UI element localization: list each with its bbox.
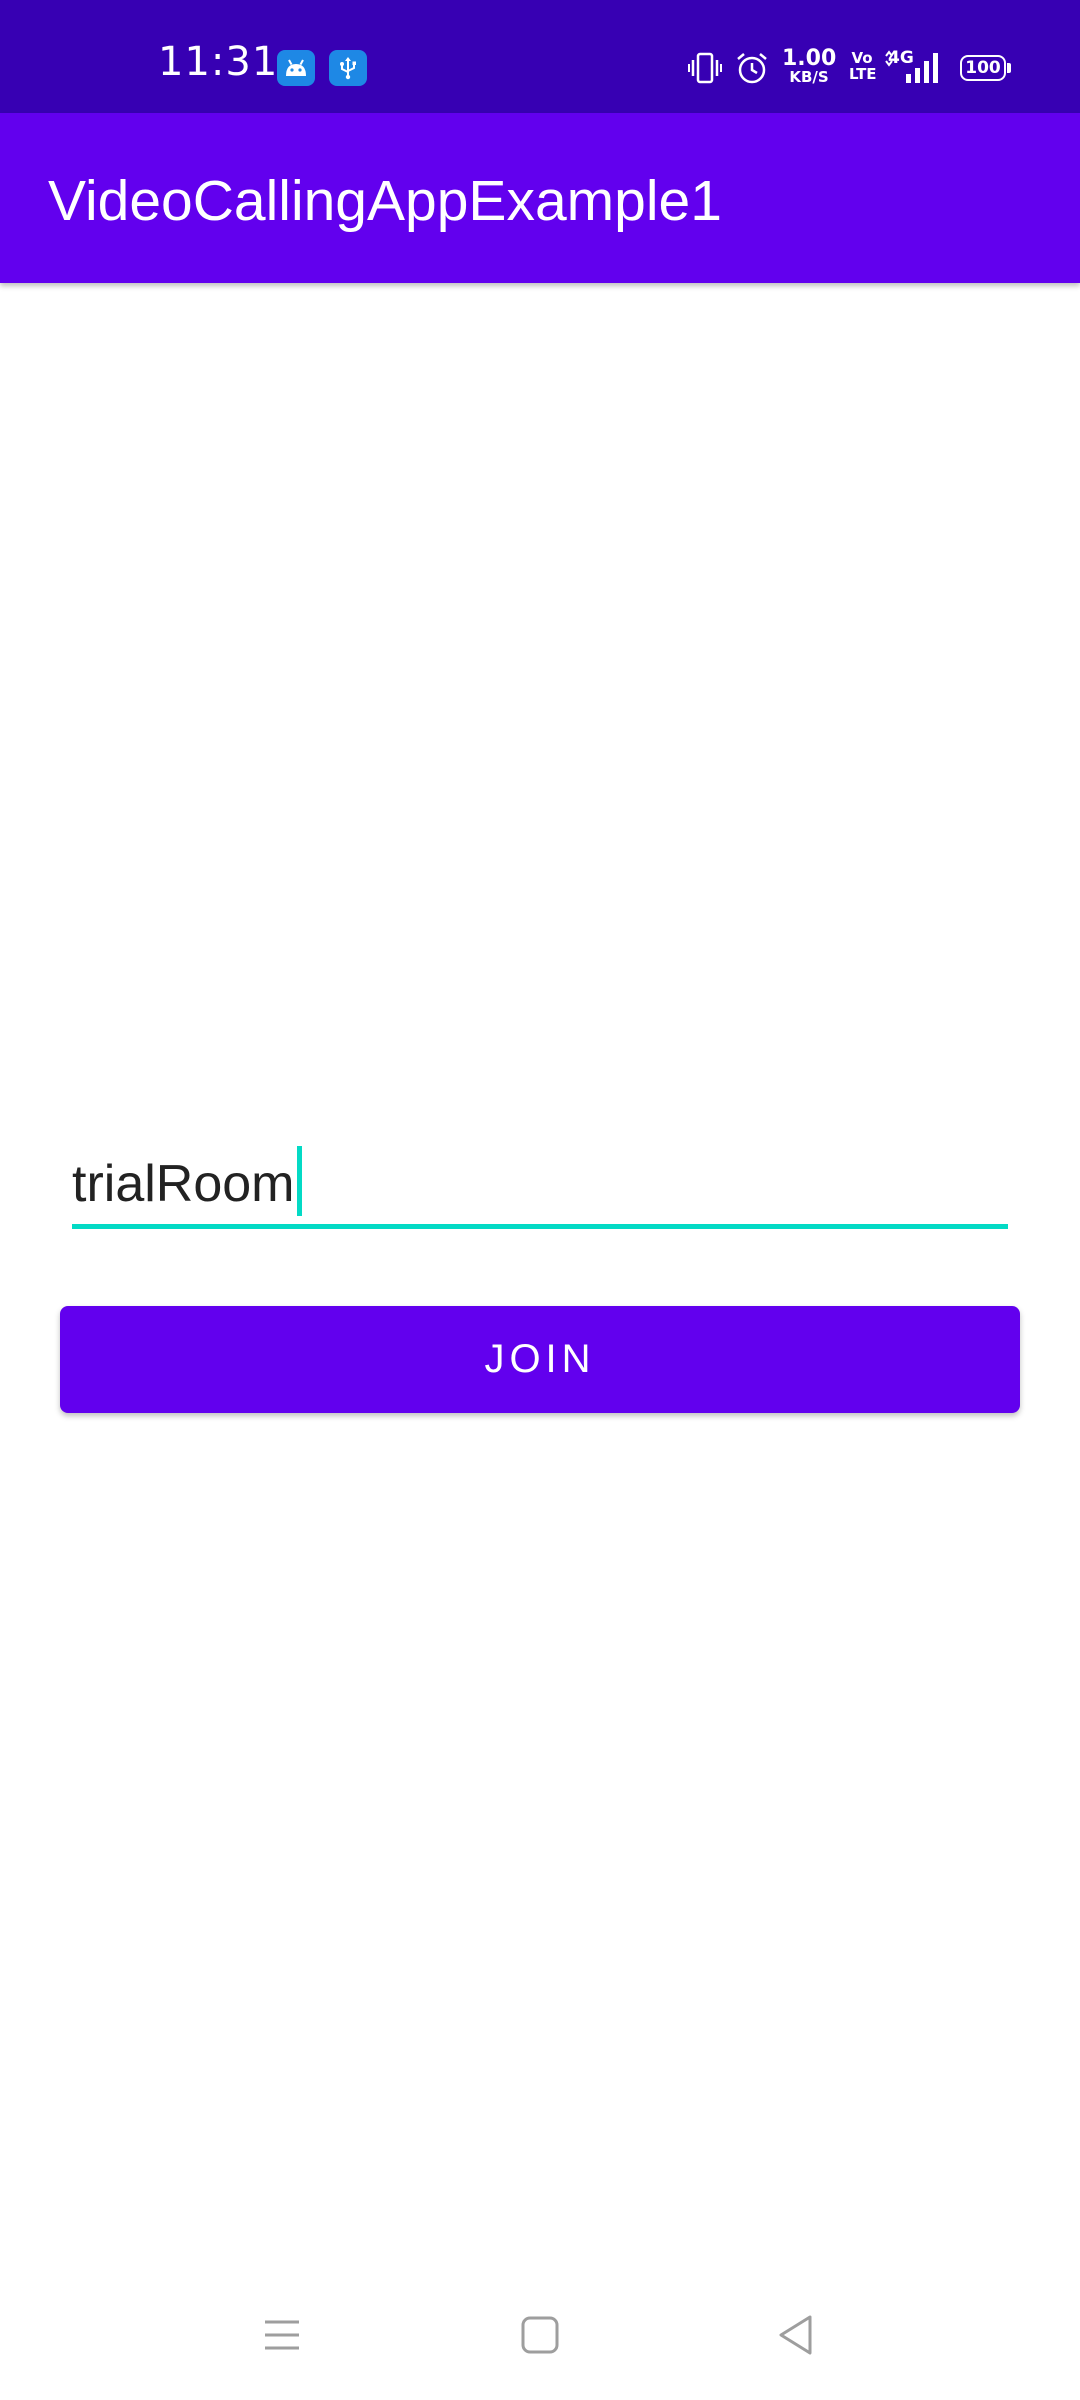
home-icon: [521, 2316, 559, 2354]
menu-button[interactable]: [242, 2300, 322, 2370]
volte-indicator: Vo LTE: [849, 50, 877, 83]
text-cursor: [296, 1146, 302, 1217]
screen: 11:31 1.00 KB/S Vo LTE 4G 100 VideoCalli…: [0, 0, 1080, 2400]
room-name-value: trialRoom: [72, 1155, 295, 1213]
input-underline: [72, 1224, 1008, 1229]
app-bar: VideoCallingAppExample1: [0, 113, 1080, 283]
alarm-icon: [737, 53, 767, 84]
room-name-value-wrapper: trialRoom: [72, 1146, 302, 1222]
battery-icon: 100: [960, 55, 1006, 81]
status-icons: 1.00 KB/S Vo LTE 4G 100: [0, 0, 1080, 113]
back-icon: [779, 2315, 812, 2355]
network-speed-unit: KB/S: [789, 68, 829, 86]
volte-line2: LTE: [849, 65, 877, 83]
navigation-bar: [0, 2270, 1080, 2400]
battery-tip: [1007, 63, 1011, 73]
network-speed-value: 1.00: [782, 46, 837, 71]
battery-level: 100: [965, 58, 1001, 78]
vibrate-icon: [688, 52, 722, 84]
join-button[interactable]: JOIN: [60, 1306, 1020, 1413]
menu-icon: [265, 2320, 299, 2350]
status-bar: 11:31 1.00 KB/S Vo LTE 4G 100: [0, 0, 1080, 113]
signal-icon: [885, 50, 938, 83]
app-title: VideoCallingAppExample1: [48, 169, 722, 233]
back-button[interactable]: [756, 2300, 836, 2370]
room-name-input[interactable]: trialRoom: [72, 1140, 1008, 1230]
home-button[interactable]: [500, 2300, 580, 2370]
network-speed: 1.00 KB/S: [782, 48, 836, 85]
